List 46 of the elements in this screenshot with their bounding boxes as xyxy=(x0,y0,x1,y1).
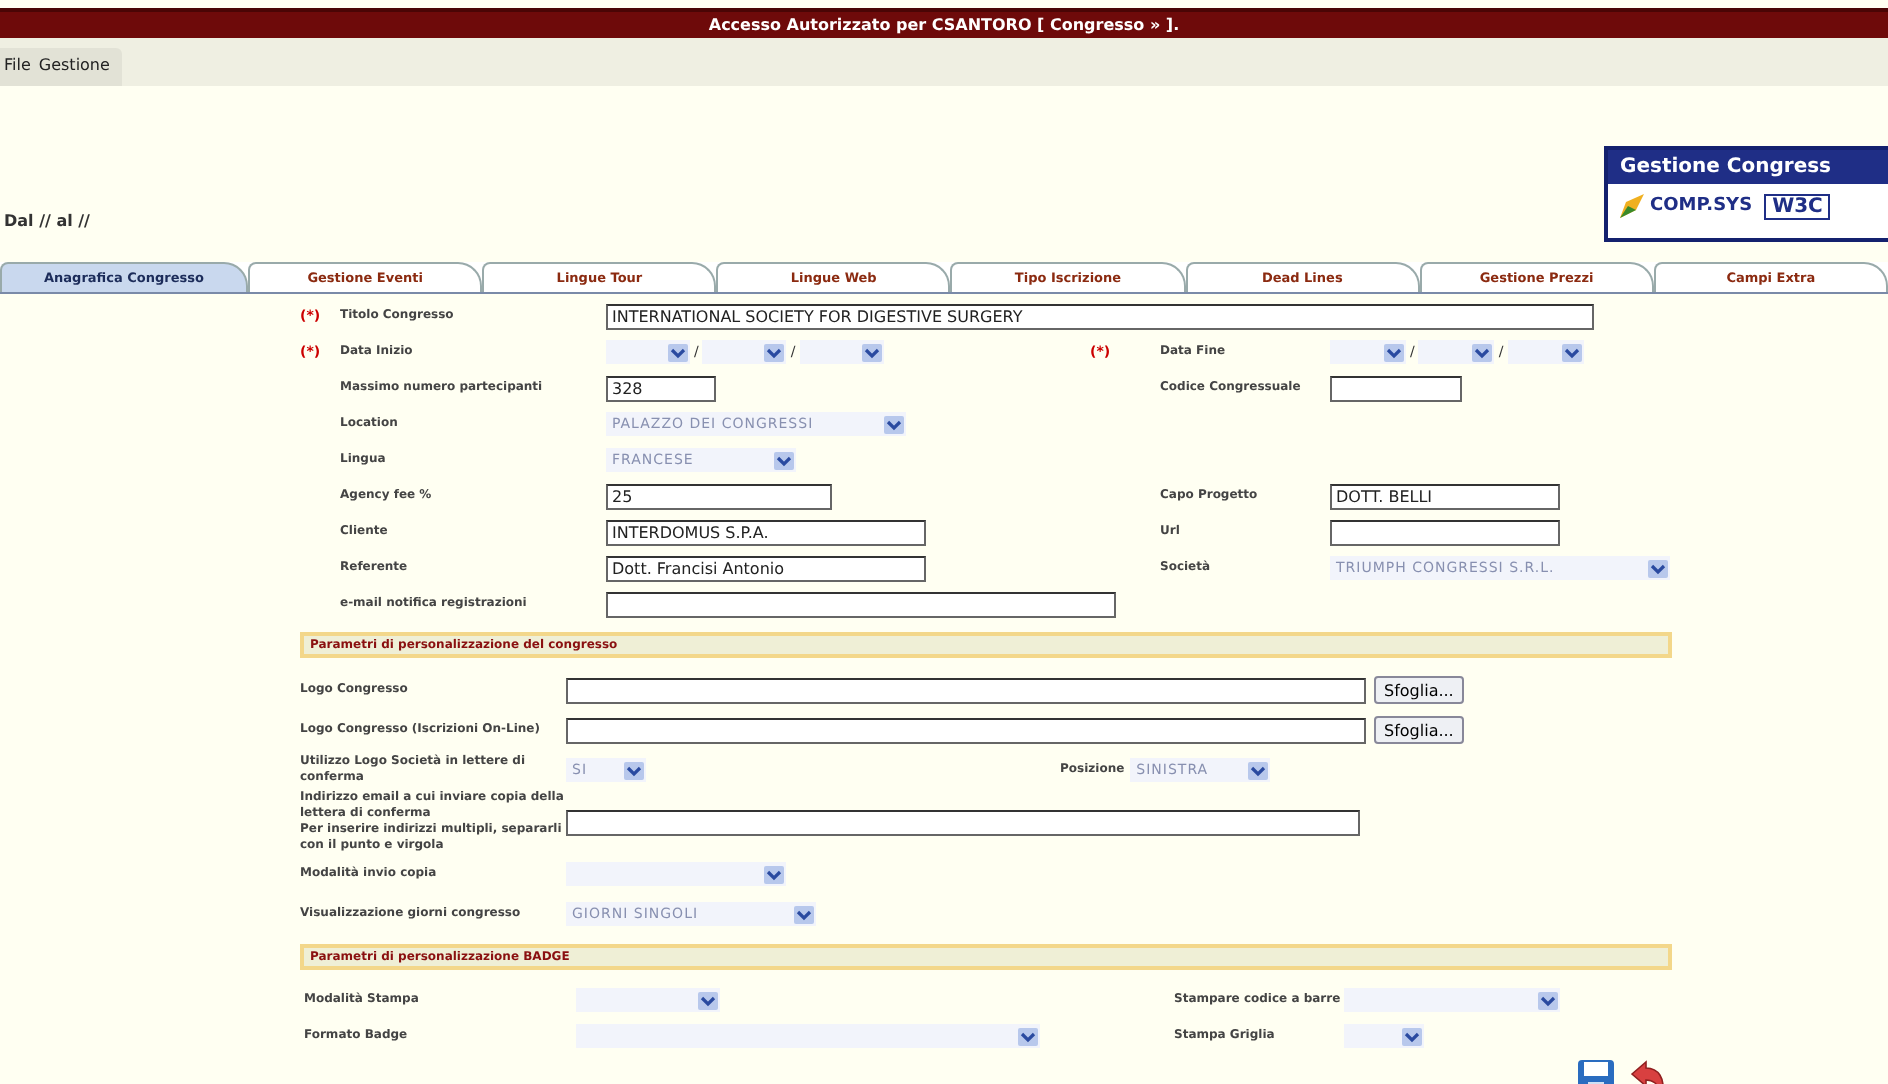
dropdown[interactable] xyxy=(1330,340,1406,364)
text-field[interactable]: DOTT. BELLI xyxy=(1330,483,1560,509)
dropdown-arrow-icon xyxy=(1538,991,1558,1009)
window-title: Accesso Autorizzato per CSANTORO [ Congresso » ]. xyxy=(708,16,1180,34)
dropdown[interactable] xyxy=(606,340,690,364)
text-field[interactable] xyxy=(1330,519,1560,545)
dropdown-arrow-icon xyxy=(1402,1027,1422,1045)
dropdown[interactable] xyxy=(1507,340,1584,364)
dropdown[interactable] xyxy=(1344,1024,1424,1048)
dropdown-arrow-icon xyxy=(884,415,904,433)
dropdown-arrow-icon xyxy=(668,343,688,361)
dropdown-arrow-icon xyxy=(774,451,794,469)
dropdown-arrow-icon xyxy=(1648,559,1668,577)
browse-button[interactable]: Sfoglia... xyxy=(1374,676,1464,704)
dropdown-arrow-icon xyxy=(698,991,718,1009)
brand-name: COMP.SYS xyxy=(1650,196,1753,216)
logo-title: Gestione Congress xyxy=(1608,150,1888,184)
dropdown[interactable] xyxy=(799,340,884,364)
text-field[interactable]: 328 xyxy=(606,375,716,401)
text-field[interactable]: 25 xyxy=(606,483,832,509)
file-path-field[interactable] xyxy=(566,677,1366,703)
dropdown-arrow-icon xyxy=(764,865,784,883)
menu-item[interactable]: File xyxy=(4,56,31,74)
dropdown[interactable] xyxy=(702,340,787,364)
date-range-text: Dal // al // xyxy=(4,212,90,230)
dropdown-arrow-icon xyxy=(1018,1027,1038,1045)
browse-button[interactable]: Sfoglia... xyxy=(1374,716,1464,744)
text-field[interactable] xyxy=(566,809,1360,835)
file-path-field[interactable] xyxy=(566,717,1366,743)
text-field[interactable] xyxy=(1330,375,1462,401)
dropdown-arrow-icon xyxy=(794,905,814,923)
dropdown-arrow-icon xyxy=(1561,343,1582,361)
text-field[interactable]: INTERDOMUS S.P.A. xyxy=(606,519,926,545)
text-field[interactable] xyxy=(606,591,1116,617)
dropdown[interactable] xyxy=(1418,340,1495,364)
dropdown-arrow-icon xyxy=(624,761,644,779)
dropdown-arrow-icon xyxy=(1248,761,1269,779)
text-field[interactable]: INTERNATIONAL SOCIETY FOR DIGESTIVE SURGERY xyxy=(606,303,1594,329)
menu-item[interactable]: Gestione xyxy=(38,56,110,74)
dropdown-arrow-icon xyxy=(1472,343,1493,361)
pencil-logo-icon xyxy=(1616,190,1648,222)
text-field[interactable]: Dott. Francisi Antonio xyxy=(606,555,926,581)
validation-badge: W3C xyxy=(1764,193,1831,219)
dropdown-arrow-icon xyxy=(1384,343,1404,361)
dropdown-arrow-icon xyxy=(764,343,785,361)
dropdown-arrow-icon xyxy=(861,343,882,361)
